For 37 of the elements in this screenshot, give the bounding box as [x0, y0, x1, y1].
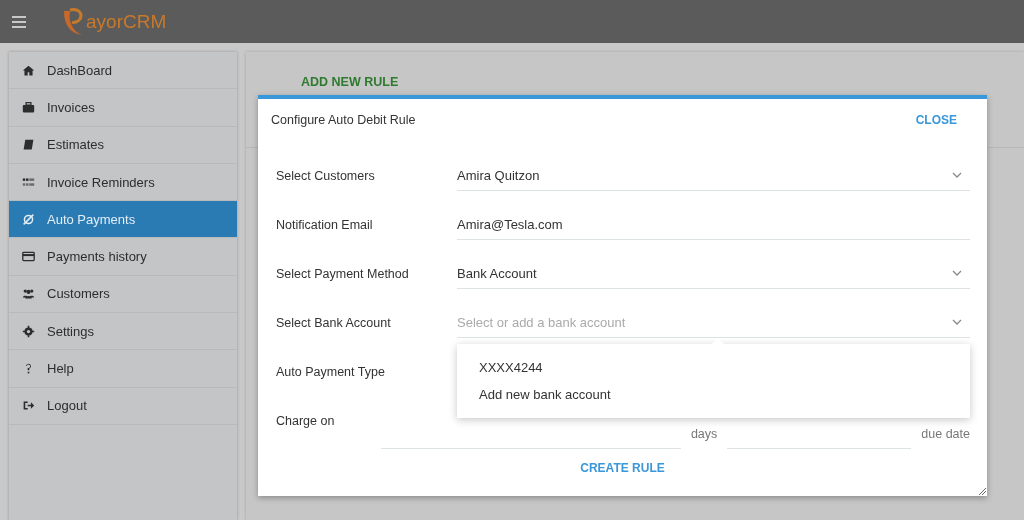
- unit-label: due date: [921, 426, 970, 441]
- resize-handle-icon[interactable]: [978, 487, 986, 495]
- unit-label: days: [690, 426, 718, 441]
- field-label: Select Customers: [276, 168, 376, 183]
- list-icon: [22, 175, 35, 189]
- field-label: Notification Email: [276, 217, 374, 232]
- logo-text: ayorCRM: [86, 10, 167, 33]
- menu-icon[interactable]: [12, 15, 26, 28]
- settings-icon: [22, 324, 35, 338]
- sidebar-item[interactable]: DashBoard: [9, 52, 237, 90]
- chevron-down-icon: [952, 172, 962, 178]
- chevron-down-icon: [952, 319, 962, 325]
- field-label: Select Payment Method: [276, 266, 410, 281]
- field-label: Charge on: [276, 413, 336, 428]
- logo-icon: [62, 6, 84, 37]
- briefcase-icon: [22, 100, 35, 114]
- credit-card-icon: [22, 250, 35, 264]
- sidebar-item[interactable]: Help: [9, 350, 237, 388]
- sidebar-item[interactable]: Estimates: [9, 126, 237, 164]
- sidebar-item[interactable]: Auto Payments: [9, 201, 237, 239]
- sidebar-item[interactable]: Customers: [9, 275, 237, 314]
- field-label: Select Bank Account: [276, 315, 392, 330]
- select-field[interactable]: Bank Account: [457, 258, 970, 289]
- dropdown-option[interactable]: Add new bank account: [457, 381, 970, 408]
- home-icon: [22, 63, 35, 77]
- sidebar-item[interactable]: Payments history: [9, 238, 237, 276]
- email-field[interactable]: Amira@Tesla.com: [457, 209, 970, 240]
- sidebar-item[interactable]: Invoices: [9, 89, 237, 127]
- sidebar-item[interactable]: Settings: [9, 313, 237, 351]
- dialog-title: Configure Auto Debit Rule: [271, 113, 416, 127]
- page-heading: ADD NEW RULE: [301, 75, 399, 89]
- field-label: Auto Payment Type: [276, 364, 386, 379]
- chevron-down-icon: [952, 270, 962, 276]
- logout-icon: [22, 399, 35, 413]
- sidebar-item[interactable]: Logout: [9, 387, 237, 425]
- select-field[interactable]: Amira Quitzon: [457, 160, 970, 191]
- dropdown-option[interactable]: XXXX4244: [457, 354, 970, 381]
